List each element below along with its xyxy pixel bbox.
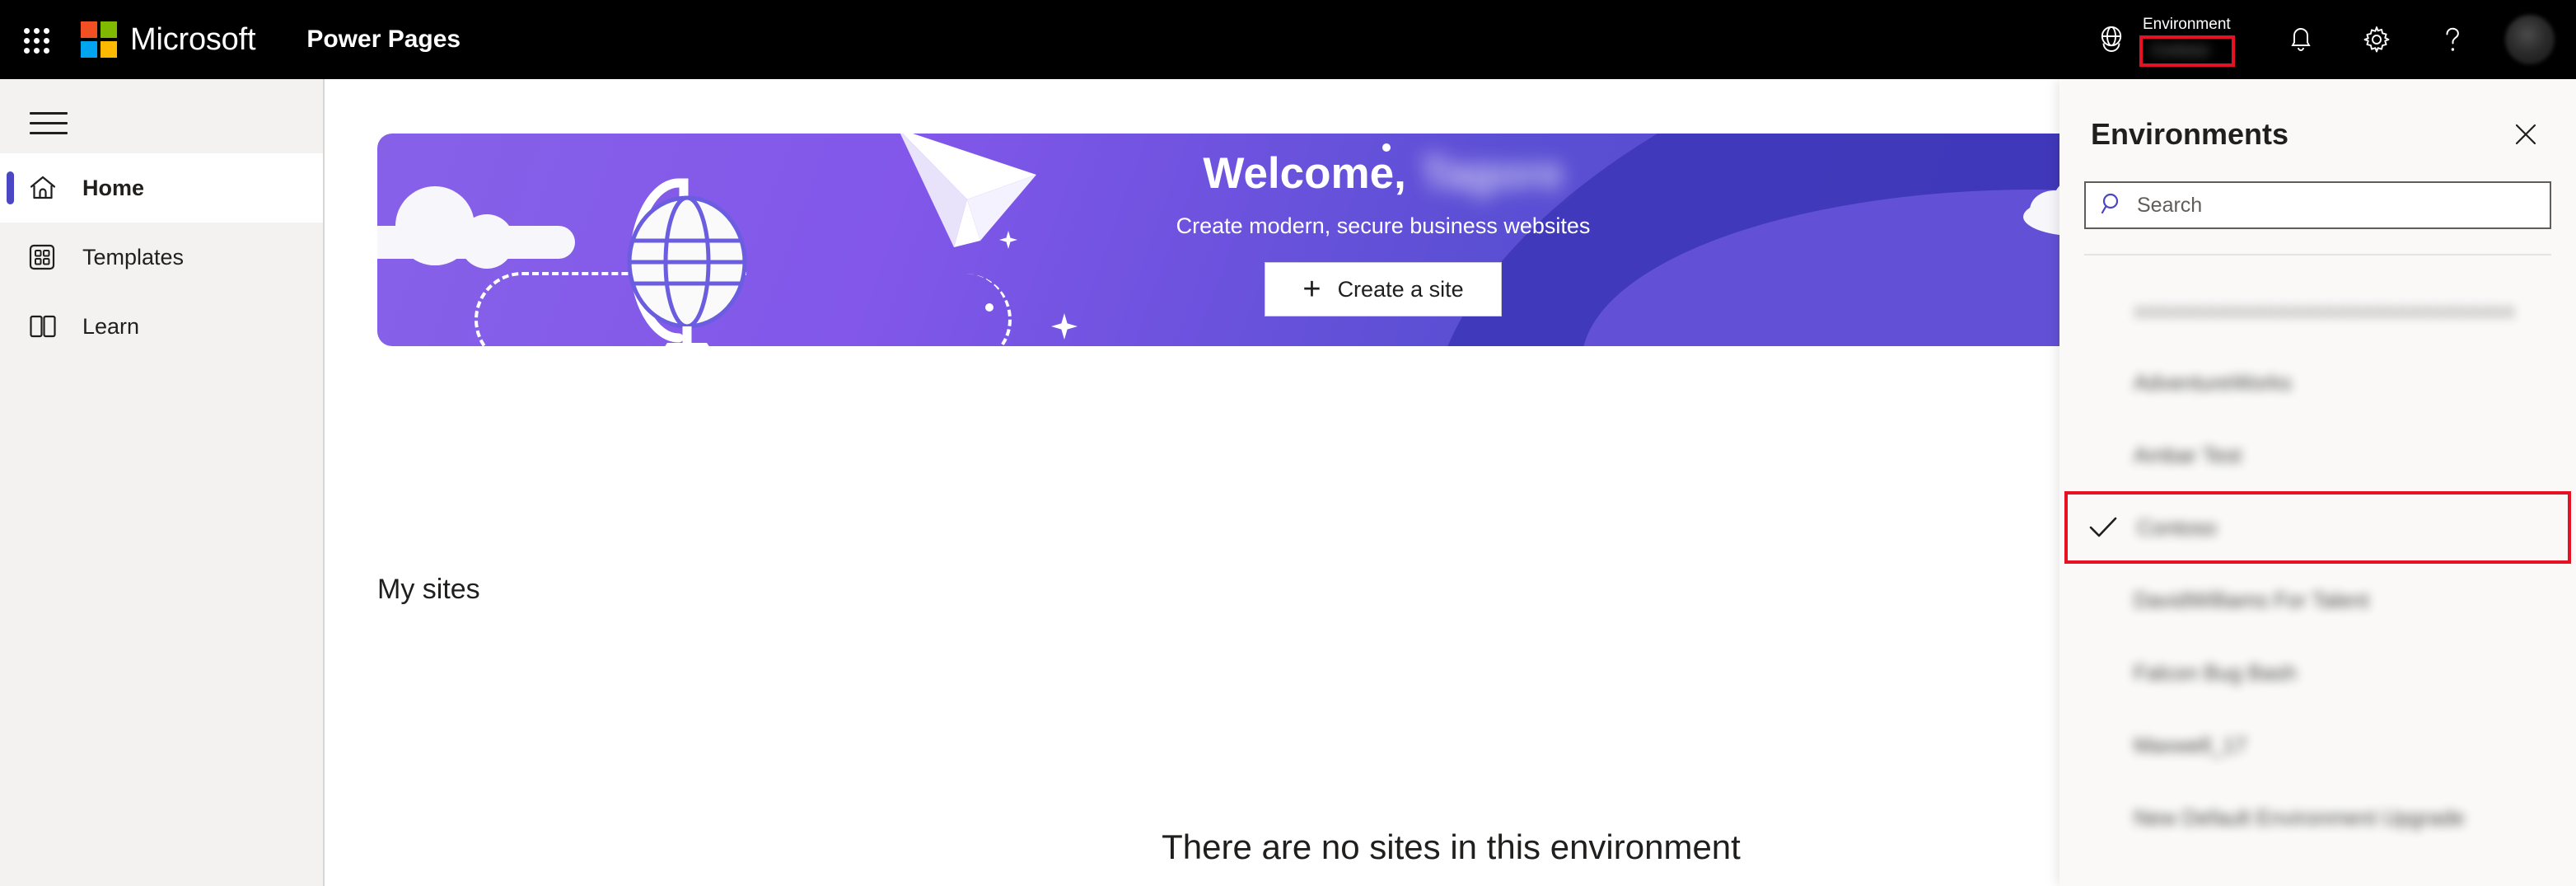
environments-search-box[interactable] xyxy=(2084,181,2551,229)
welcome-user-name: Tagore xyxy=(1420,149,1564,198)
app-title: Power Pages xyxy=(306,26,461,53)
environment-label: Environment xyxy=(2143,16,2231,33)
environment-list-item-selected[interactable]: Contoso xyxy=(2064,491,2571,564)
sidebar-item-label: Learn xyxy=(82,313,140,339)
bell-icon[interactable] xyxy=(2273,12,2329,68)
gear-icon[interactable] xyxy=(2349,12,2405,68)
checkmark-icon xyxy=(2089,516,2137,539)
environment-name: Ambar Test xyxy=(2134,442,2242,467)
header-actions: Environment Contoso xyxy=(2088,0,2576,79)
environment-name: Maxwell_17 xyxy=(2134,732,2247,757)
environments-panel-title: Environments xyxy=(2091,117,2289,151)
sidebar-item-home[interactable]: Home xyxy=(0,153,323,223)
book-icon xyxy=(28,312,63,340)
close-icon[interactable] xyxy=(2507,115,2545,153)
panel-divider xyxy=(2084,254,2551,255)
paper-plane-icon xyxy=(888,134,1045,273)
environment-name: New Default Environment Upgrade xyxy=(2134,804,2465,830)
environment-name: DavidWilliams For Talent xyxy=(2134,587,2369,612)
environments-list: aaaaaaaaaaaaaaaaaaaaaaaaaaaaaaaa Adventu… xyxy=(2059,274,2576,854)
left-navigation: Home Templates Learn xyxy=(0,79,325,886)
environment-name: AdventureWorks xyxy=(2134,369,2292,395)
home-icon xyxy=(28,173,63,203)
environment-name: aaaaaaaaaaaaaaaaaaaaaaaaaaaaaaaa xyxy=(2134,297,2515,322)
sidebar-item-label: Home xyxy=(82,175,145,200)
hamburger-icon[interactable] xyxy=(18,92,79,153)
environment-globe-icon[interactable] xyxy=(2088,16,2134,63)
search-input[interactable] xyxy=(2137,193,2535,218)
environments-panel-header: Environments xyxy=(2059,79,2576,153)
welcome-greeting: Welcome, xyxy=(1203,149,1406,198)
welcome-heading: Welcome, Tagore xyxy=(1203,148,1563,199)
environment-list-item[interactable]: Falcon Bug Bash xyxy=(2059,636,2576,709)
microsoft-wordmark: Microsoft xyxy=(130,21,256,57)
sparkle-icon xyxy=(1051,313,1078,344)
sidebar-item-label: Templates xyxy=(82,244,185,270)
sidebar-item-learn[interactable]: Learn xyxy=(0,292,323,361)
templates-grid-icon xyxy=(28,243,63,271)
microsoft-logo[interactable]: Microsoft xyxy=(81,21,256,58)
microsoft-squares-icon xyxy=(81,21,117,58)
plus-icon: + xyxy=(1302,272,1321,307)
create-a-site-label: Create a site xyxy=(1337,276,1464,302)
environment-name: Falcon Bug Bash xyxy=(2134,659,2298,685)
create-a-site-button[interactable]: + Create a site xyxy=(1265,262,1502,316)
environment-picker[interactable]: Environment Contoso xyxy=(2139,12,2235,67)
environments-panel: Environments aaaaaaaaaaaaaaaaaaaaaaaaaaa… xyxy=(2059,79,2576,886)
environment-list-item[interactable]: New Default Environment Upgrade xyxy=(2059,781,2576,854)
app-launcher-icon[interactable] xyxy=(16,21,54,59)
search-icon xyxy=(2101,192,2124,219)
help-question-icon[interactable] xyxy=(2424,12,2480,68)
sidebar-item-templates[interactable]: Templates xyxy=(0,223,323,292)
environment-name: Contoso xyxy=(2137,514,2217,540)
app-header: Microsoft Power Pages Environment Contos… xyxy=(0,0,2576,79)
environment-list-item[interactable]: aaaaaaaaaaaaaaaaaaaaaaaaaaaaaaaa xyxy=(2059,274,2576,346)
environment-list-item[interactable]: Maxwell_17 xyxy=(2059,709,2576,781)
hero-subtitle: Create modern, secure business websites xyxy=(1176,213,1591,238)
environment-list-item[interactable]: AdventureWorks xyxy=(2059,346,2576,419)
environment-value: Contoso xyxy=(2151,42,2209,59)
environment-list-item[interactable]: DavidWilliams For Talent xyxy=(2059,564,2576,636)
my-sites-heading: My sites xyxy=(377,574,480,605)
environment-value-highlight[interactable]: Contoso xyxy=(2139,35,2235,67)
environment-list-item[interactable]: Ambar Test xyxy=(2059,419,2576,491)
avatar[interactable] xyxy=(2505,15,2555,64)
